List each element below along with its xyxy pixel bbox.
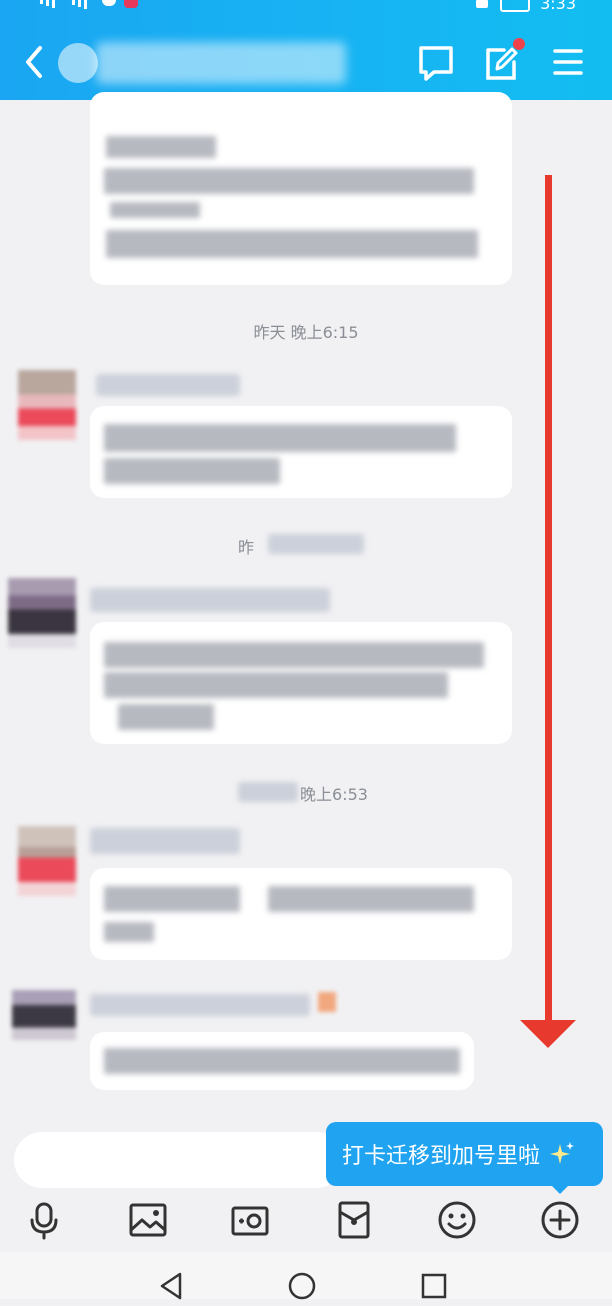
status-bar: 3:33 bbox=[0, 0, 612, 14]
clock: 3:33 bbox=[540, 0, 576, 13]
redacted-text bbox=[118, 704, 214, 730]
signal-icon bbox=[40, 0, 43, 4]
redacted-text bbox=[106, 230, 478, 258]
nav-recent-button[interactable] bbox=[418, 1270, 450, 1302]
message-input[interactable] bbox=[14, 1132, 344, 1188]
redacted-text bbox=[104, 1048, 460, 1074]
red-packet-icon bbox=[338, 1201, 370, 1239]
sender-name-redacted[interactable] bbox=[90, 994, 310, 1016]
tooltip-tail bbox=[550, 1184, 570, 1194]
avatar[interactable] bbox=[18, 826, 76, 896]
redacted-text bbox=[268, 886, 474, 912]
sender-name-redacted[interactable] bbox=[90, 828, 240, 854]
arrow-head-icon bbox=[520, 1020, 576, 1048]
avatar[interactable] bbox=[8, 578, 76, 648]
sender-name-redacted[interactable] bbox=[90, 588, 330, 612]
back-triangle-icon bbox=[160, 1272, 182, 1300]
message-bubble[interactable] bbox=[90, 868, 512, 960]
message-bubble[interactable] bbox=[90, 622, 512, 744]
avatar[interactable] bbox=[18, 370, 76, 440]
message-bubble[interactable] bbox=[90, 92, 512, 285]
nav-home-button[interactable] bbox=[286, 1270, 318, 1302]
avatar[interactable] bbox=[12, 990, 76, 1040]
chat-bubble-button[interactable] bbox=[414, 40, 458, 84]
sparkle-icon bbox=[550, 1142, 575, 1164]
chat-header: 3:33 bbox=[0, 0, 612, 100]
wifi-icon bbox=[102, 0, 116, 6]
redacted-text bbox=[106, 136, 216, 158]
signal-icon bbox=[72, 0, 75, 5]
message-timestamp: 晚上6:53 bbox=[300, 785, 368, 804]
title-badge-redacted bbox=[318, 992, 336, 1012]
sender-name-redacted[interactable] bbox=[96, 374, 240, 396]
home-circle-icon bbox=[288, 1272, 316, 1300]
back-button[interactable] bbox=[18, 40, 54, 84]
nav-back-button[interactable] bbox=[156, 1270, 188, 1302]
signal-bar bbox=[84, 0, 87, 9]
redacted-text bbox=[110, 202, 200, 218]
camera-button[interactable] bbox=[230, 1200, 270, 1240]
emoji-button[interactable] bbox=[437, 1200, 477, 1240]
voice-button[interactable] bbox=[24, 1200, 64, 1240]
chevron-left-icon bbox=[26, 46, 42, 78]
signal-bar bbox=[52, 0, 55, 8]
unread-dot bbox=[513, 38, 525, 50]
message-timestamp: 昨天 晚上6:15 bbox=[253, 323, 359, 342]
redacted-text bbox=[104, 672, 448, 698]
emoji-icon bbox=[438, 1201, 476, 1239]
plus-button[interactable] bbox=[540, 1200, 580, 1240]
redacted-text bbox=[104, 886, 240, 912]
checkin-tooltip[interactable]: 打卡迁移到加号里啦 bbox=[326, 1122, 603, 1186]
message-bubble[interactable] bbox=[90, 1032, 474, 1090]
signal-bar bbox=[46, 0, 49, 6]
bell-icon bbox=[476, 0, 488, 8]
red-packet-button[interactable] bbox=[334, 1200, 374, 1240]
recent-square-icon bbox=[421, 1273, 447, 1299]
menu-button[interactable] bbox=[546, 40, 590, 84]
contact-avatar[interactable] bbox=[58, 43, 98, 83]
camera-icon bbox=[231, 1206, 269, 1236]
menu-icon bbox=[553, 49, 583, 75]
battery-icon bbox=[500, 0, 530, 12]
redacted-text bbox=[104, 922, 154, 942]
redacted-text bbox=[104, 458, 280, 484]
redacted-text bbox=[104, 168, 474, 194]
image-icon bbox=[129, 1203, 167, 1237]
chat-title-redacted bbox=[96, 42, 346, 84]
notification-badge-icon bbox=[124, 0, 138, 8]
plus-icon bbox=[541, 1201, 579, 1239]
message-bubble[interactable] bbox=[90, 406, 512, 498]
tooltip-text: 打卡迁移到加号里啦 bbox=[342, 1144, 541, 1169]
microphone-icon bbox=[30, 1202, 58, 1240]
chat-bubble-icon bbox=[419, 46, 453, 81]
signal-bar bbox=[78, 0, 81, 7]
scroll-arrow-annotation bbox=[545, 175, 552, 1025]
redacted-text bbox=[104, 642, 484, 668]
image-button[interactable] bbox=[128, 1200, 168, 1240]
message-timestamp: 昨 bbox=[237, 538, 254, 557]
redacted-text bbox=[104, 424, 456, 452]
